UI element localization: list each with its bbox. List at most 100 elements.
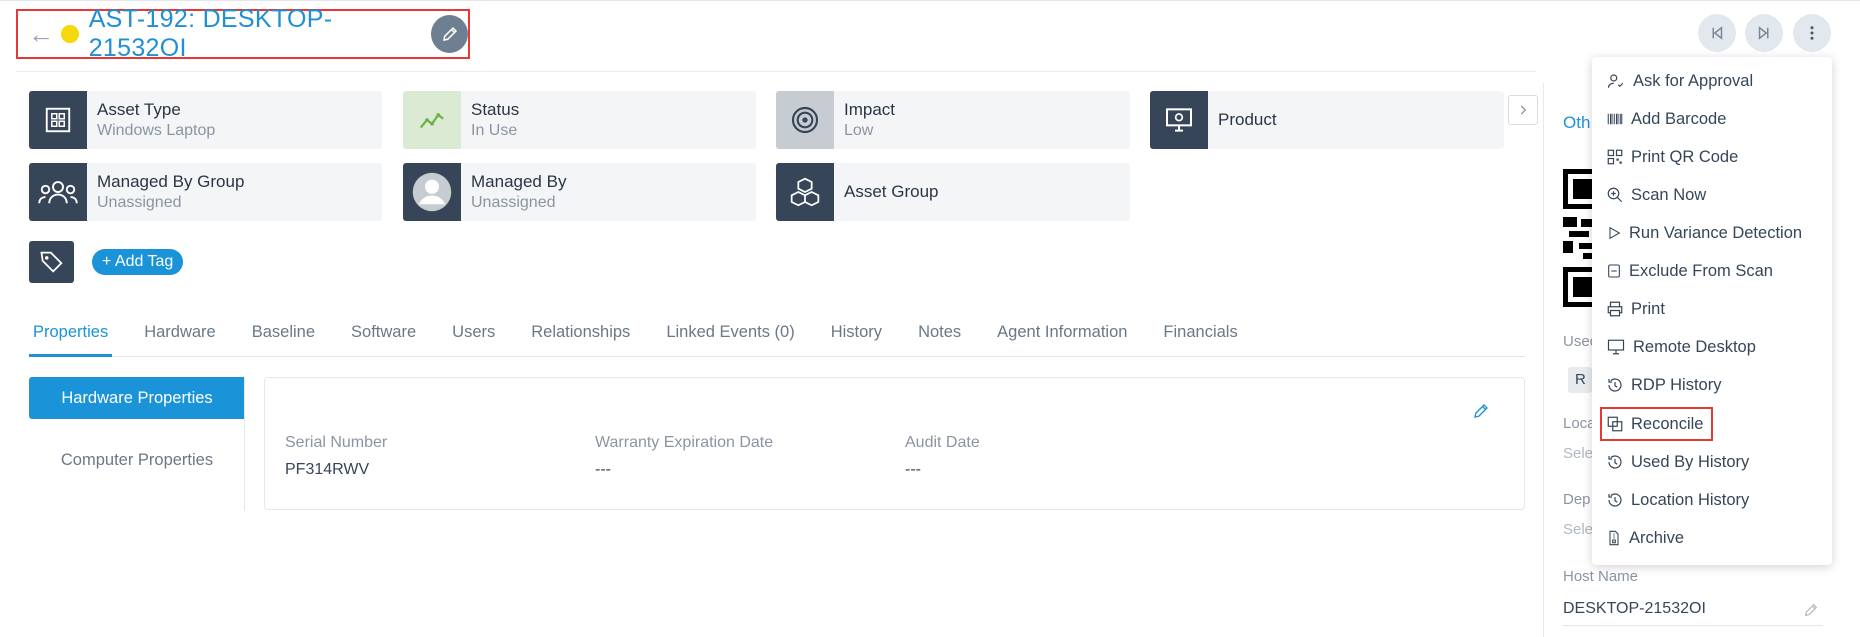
field-value: PF314RWV (285, 461, 370, 478)
tab-software[interactable]: Software (347, 321, 420, 342)
menu-scan-now[interactable]: Scan Now (1606, 181, 1706, 209)
menu-ask-for-approval[interactable]: Ask for Approval (1606, 67, 1753, 95)
printer-icon (1607, 301, 1623, 317)
warranty-expiration-field: Warranty Expiration Date --- (595, 434, 773, 479)
tab-properties[interactable]: Properties (29, 321, 112, 342)
tab-hardware[interactable]: Hardware (140, 321, 220, 342)
tab-relationships[interactable]: Relationships (527, 321, 634, 342)
pencil-icon (442, 26, 457, 41)
menu-used-by-history[interactable]: Used By History (1606, 448, 1749, 476)
field-value: --- (595, 461, 611, 478)
menu-location-history[interactable]: Location History (1606, 486, 1749, 514)
host-name-value: DESKTOP-21532OI (1563, 600, 1706, 617)
serial-number-field: Serial Number PF314RWV (285, 434, 387, 479)
card-label: Product (1218, 110, 1277, 129)
department-select[interactable]: Sele (1563, 521, 1593, 538)
monitor-icon (1607, 339, 1625, 355)
history-icon (1608, 493, 1622, 507)
managed-by-card[interactable]: Managed By Unassigned (403, 163, 756, 221)
history-icon (1608, 455, 1622, 469)
windows-icon (29, 91, 87, 149)
menu-item-label: Used By History (1631, 452, 1750, 471)
card-value: In Use (471, 122, 518, 139)
impact-card[interactable]: Impact Low (776, 91, 1130, 149)
first-record-button[interactable] (1698, 14, 1736, 52)
barcode-icon (1607, 113, 1623, 125)
host-name-underline (1563, 625, 1823, 626)
menu-archive[interactable]: Archive (1606, 524, 1684, 552)
tab-bar: Properties Hardware Baseline Software Us… (29, 321, 1270, 342)
menu-rdp-history[interactable]: RDP History (1606, 371, 1721, 399)
tag-button[interactable] (29, 241, 74, 283)
menu-item-label: Exclude From Scan (1629, 261, 1773, 280)
tab-notes[interactable]: Notes (914, 321, 965, 342)
menu-item-label: Location History (1631, 490, 1750, 509)
menu-print[interactable]: Print (1606, 295, 1665, 323)
tab-history[interactable]: History (827, 321, 886, 342)
chevron-right-icon (1520, 105, 1527, 115)
side-nav-hardware-properties[interactable]: Hardware Properties (29, 377, 245, 419)
menu-item-label: Remote Desktop (1633, 337, 1756, 356)
play-icon (1609, 226, 1621, 240)
qr-code-image (1563, 169, 1593, 307)
page-title: AST-192: DESKTOP-21532OI (88, 5, 333, 62)
location-label: Loca (1563, 415, 1596, 432)
location-select[interactable]: Sele (1563, 445, 1593, 462)
add-tag-button[interactable]: + Add Tag (92, 249, 184, 275)
tab-linked-events[interactable]: Linked Events (0) (662, 321, 798, 342)
card-label: Managed By (471, 172, 567, 191)
menu-exclude-from-scan[interactable]: Exclude From Scan (1606, 257, 1773, 285)
host-name-edit-icon[interactable] (1803, 602, 1819, 618)
menu-item-label: Print (1631, 299, 1665, 318)
tab-agent-information[interactable]: Agent Information (993, 321, 1131, 342)
card-label: Impact (844, 100, 896, 119)
user-check-icon (1607, 74, 1624, 88)
card-label: Asset Type (97, 100, 181, 119)
used-by-chip[interactable]: R (1568, 367, 1592, 393)
tags-icon (39, 251, 63, 273)
edit-pencil-icon[interactable] (1472, 402, 1490, 420)
right-panel-divider (1543, 83, 1544, 637)
kebab-icon (1810, 26, 1814, 40)
menu-item-label: Ask for Approval (1633, 71, 1754, 90)
skip-forward-icon (1758, 26, 1769, 40)
menu-item-label: Run Variance Detection (1629, 223, 1803, 242)
menu-run-variance-detection[interactable]: Run Variance Detection (1606, 219, 1802, 247)
back-arrow-icon[interactable]: ← (28, 21, 57, 47)
menu-remote-desktop[interactable]: Remote Desktop (1606, 333, 1756, 361)
menu-add-barcode[interactable]: Add Barcode (1606, 105, 1726, 133)
menu-item-label: Reconcile (1631, 414, 1704, 433)
skip-back-icon (1712, 26, 1723, 40)
card-label: Status (471, 100, 520, 119)
menu-reconcile[interactable]: Reconcile (1600, 407, 1714, 441)
side-nav-divider (244, 377, 245, 511)
tabs-divider (29, 356, 1525, 357)
cards-next-button[interactable] (1508, 95, 1538, 125)
edit-title-button[interactable] (431, 15, 469, 53)
department-label: Dep (1563, 491, 1591, 508)
minus-square-icon (1608, 264, 1620, 278)
asset-group-card[interactable]: Asset Group (776, 163, 1130, 221)
card-value: Unassigned (97, 194, 182, 211)
more-actions-button[interactable] (1793, 14, 1831, 52)
status-card[interactable]: Status In Use (403, 91, 756, 149)
tab-financials[interactable]: Financials (1159, 321, 1241, 342)
right-panel-section-title: Oth (1563, 113, 1591, 132)
field-value: --- (905, 461, 921, 478)
qr-code-icon (1607, 149, 1623, 165)
cubes-icon (776, 163, 834, 221)
more-actions-menu: Ask for Approval Add Barcode Print QR Co… (1592, 57, 1832, 565)
product-card[interactable]: Product (1150, 91, 1504, 149)
archive-icon (1609, 530, 1619, 546)
managed-by-group-card[interactable]: Managed By Group Unassigned (29, 163, 382, 221)
menu-print-qr-code[interactable]: Print QR Code (1606, 143, 1738, 171)
side-nav-computer-properties[interactable]: Computer Properties (29, 439, 245, 481)
tab-users[interactable]: Users (448, 321, 499, 342)
asset-header: ← AST-192: DESKTOP-21532OI (16, 5, 470, 62)
next-record-button[interactable] (1745, 14, 1783, 52)
menu-item-label: RDP History (1631, 375, 1722, 394)
asset-type-card[interactable]: Asset Type Windows Laptop (29, 91, 382, 149)
target-icon (776, 91, 834, 149)
tab-baseline[interactable]: Baseline (248, 321, 319, 342)
card-label: Managed By Group (97, 172, 245, 191)
